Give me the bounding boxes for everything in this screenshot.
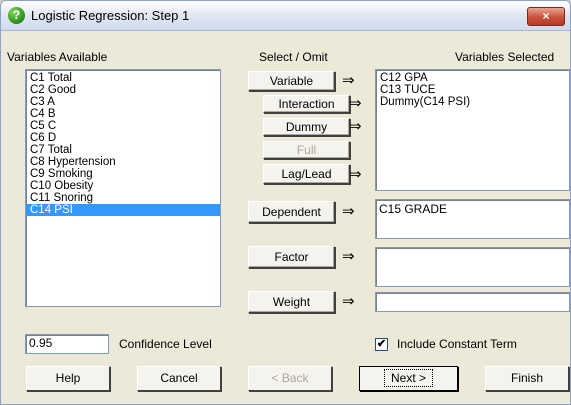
checkmark-icon: ✔: [376, 338, 387, 350]
selected-variable-item[interactable]: C12 GPA: [376, 72, 569, 84]
full-button-label: Full: [296, 143, 317, 157]
help-button[interactable]: Help: [26, 366, 110, 391]
close-button[interactable]: ×: [527, 7, 565, 26]
dummy-button[interactable]: Dummy: [263, 118, 350, 136]
variables-selected-list[interactable]: C12 GPA C13 TUCE Dummy(C14 PSI): [375, 69, 570, 191]
finish-button[interactable]: Finish: [485, 366, 569, 391]
back-button-label: < Back: [271, 371, 309, 385]
back-button[interactable]: < Back: [248, 366, 332, 391]
interaction-button-label: Interaction: [278, 97, 335, 111]
variable-button[interactable]: Variable: [248, 71, 335, 91]
dummy-arrow-icon: ⇒: [349, 118, 362, 135]
include-constant-checkbox[interactable]: ✔: [375, 338, 388, 351]
available-variable-item[interactable]: C9 Smoking: [26, 168, 220, 180]
dialog-window: ? Logistic Regression: Step 1 × Variable…: [0, 0, 571, 405]
weight-button-label: Weight: [272, 295, 311, 309]
lag-lead-arrow-icon: ⇒: [349, 166, 362, 183]
help-question-icon: ?: [8, 7, 25, 24]
window-title: Logistic Regression: Step 1: [31, 8, 190, 23]
title-bar: ? Logistic Regression: Step 1 ×: [1, 1, 570, 31]
available-variable-item[interactable]: C5 C: [26, 120, 220, 132]
next-button-label: Next >: [383, 369, 434, 387]
weight-field[interactable]: [375, 292, 570, 312]
available-variable-item[interactable]: C11 Snoring: [26, 192, 220, 204]
include-constant-label: Include Constant Term: [397, 337, 517, 351]
available-variable-item[interactable]: C7 Total: [26, 144, 220, 156]
available-variable-item[interactable]: C1 Total: [26, 72, 220, 84]
confidence-level-input[interactable]: 0.95: [25, 334, 109, 354]
variables-available-label: Variables Available: [7, 50, 108, 64]
finish-button-label: Finish: [510, 371, 543, 385]
dummy-button-label: Dummy: [285, 120, 328, 134]
selected-variable-item[interactable]: C13 TUCE: [376, 84, 569, 96]
factor-button-label: Factor: [274, 250, 309, 264]
selected-variable-item[interactable]: Dummy(C14 PSI): [376, 96, 569, 108]
available-variable-item[interactable]: C4 B: [26, 108, 220, 120]
available-variable-item[interactable]: C10 Obesity: [26, 180, 220, 192]
variable-arrow-icon: ⇒: [342, 72, 355, 89]
factor-arrow-icon: ⇒: [342, 248, 355, 265]
interaction-button[interactable]: Interaction: [263, 95, 350, 113]
available-variable-item[interactable]: C8 Hypertension: [26, 156, 220, 168]
cancel-button[interactable]: Cancel: [137, 366, 221, 391]
dialog-body: Variables Available Select / Omit Variab…: [1, 32, 570, 404]
next-button[interactable]: Next >: [359, 366, 458, 391]
help-button-label: Help: [55, 371, 81, 385]
interaction-arrow-icon: ⇒: [349, 95, 362, 112]
dependent-arrow-icon: ⇒: [342, 203, 355, 220]
lag-lead-button[interactable]: Lag/Lead: [263, 164, 350, 184]
factor-button[interactable]: Factor: [248, 246, 335, 268]
dependent-value: C15 GRADE: [379, 202, 448, 216]
available-variable-item[interactable]: C3 A: [26, 96, 220, 108]
weight-button[interactable]: Weight: [248, 291, 335, 313]
dependent-button[interactable]: Dependent: [248, 201, 335, 223]
dependent-button-label: Dependent: [262, 205, 321, 219]
confidence-level-label: Confidence Level: [119, 337, 212, 351]
lag-lead-button-label: Lag/Lead: [281, 167, 332, 181]
variables-selected-label: Variables Selected: [455, 50, 555, 64]
cancel-button-label: Cancel: [160, 371, 198, 385]
full-button[interactable]: Full: [263, 141, 350, 159]
factor-field[interactable]: [375, 247, 570, 287]
available-variable-item[interactable]: C14 PSI: [26, 204, 220, 216]
weight-arrow-icon: ⇒: [342, 293, 355, 310]
select-omit-label: Select / Omit: [259, 50, 328, 64]
variable-button-label: Variable: [269, 74, 314, 88]
variables-available-list[interactable]: C1 Total C2 Good C3 A C4 B C5 C C6 D C7 Total C…: [25, 69, 221, 307]
available-variable-item[interactable]: C6 D: [26, 132, 220, 144]
available-variable-item[interactable]: C2 Good: [26, 84, 220, 96]
dependent-field[interactable]: C15 GRADE: [375, 199, 570, 239]
confidence-level-value: 0.95: [29, 336, 53, 350]
